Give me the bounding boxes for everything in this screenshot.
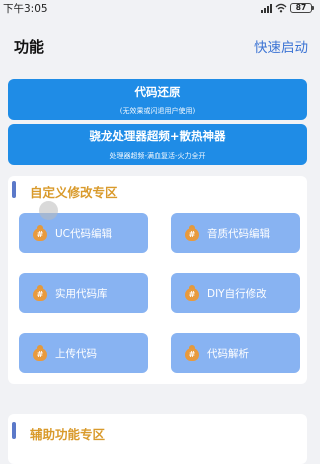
banner-subtitle: (无效果或闪退用户使用) xyxy=(119,107,196,115)
banner-title: 骁龙处理器超频+散热神器 xyxy=(89,129,226,143)
status-bar: 下午3:05 87 xyxy=(0,0,316,16)
money-bag-icon: # xyxy=(185,284,199,302)
signal-icon xyxy=(261,3,272,13)
upload-code-button[interactable]: # 上传代码 xyxy=(19,333,148,373)
button-label: DIY自行修改 xyxy=(207,287,267,300)
uc-code-edit-button[interactable]: # UC代码编辑 xyxy=(19,213,148,253)
section-title: 辅助功能专区 xyxy=(30,427,106,442)
button-label: 音质代码编辑 xyxy=(207,227,270,240)
button-label: 实用代码库 xyxy=(55,287,108,300)
money-bag-icon: # xyxy=(33,224,47,242)
money-bag-icon: # xyxy=(185,224,199,242)
code-restore-banner[interactable]: 代码还原 (无效果或闪退用户使用) xyxy=(8,79,307,120)
money-bag-icon: # xyxy=(33,284,47,302)
page-title: 功能 xyxy=(14,38,45,56)
code-library-button[interactable]: # 实用代码库 xyxy=(19,273,148,313)
section-accent-bar xyxy=(12,181,16,198)
banner-title: 代码还原 xyxy=(134,85,181,99)
money-bag-icon: # xyxy=(185,344,199,362)
section-title: 自定义修改专区 xyxy=(30,185,118,200)
button-label: 上传代码 xyxy=(55,347,97,360)
button-label: UC代码编辑 xyxy=(55,227,113,240)
battery-icon: 87 xyxy=(290,3,314,13)
status-time: 下午3:05 xyxy=(3,3,48,15)
overclock-banner[interactable]: 骁龙处理器超频+散热神器 处理器超频-满血复活-火力全开 xyxy=(8,124,307,165)
sound-code-edit-button[interactable]: # 音质代码编辑 xyxy=(171,213,300,253)
button-label: 代码解析 xyxy=(207,347,249,360)
quick-start-link[interactable]: 快速启动 xyxy=(254,36,308,56)
touch-indicator xyxy=(39,201,58,220)
section-accent-bar xyxy=(12,422,16,439)
banner-subtitle: 处理器超频-满血复活-火力全开 xyxy=(109,152,206,160)
code-parse-button[interactable]: # 代码解析 xyxy=(171,333,300,373)
diy-modify-button[interactable]: # DIY自行修改 xyxy=(171,273,300,313)
assist-function-section: 辅助功能专区 xyxy=(8,414,307,464)
wifi-icon xyxy=(275,3,287,13)
money-bag-icon: # xyxy=(33,344,47,362)
status-icons: 87 xyxy=(261,2,314,14)
